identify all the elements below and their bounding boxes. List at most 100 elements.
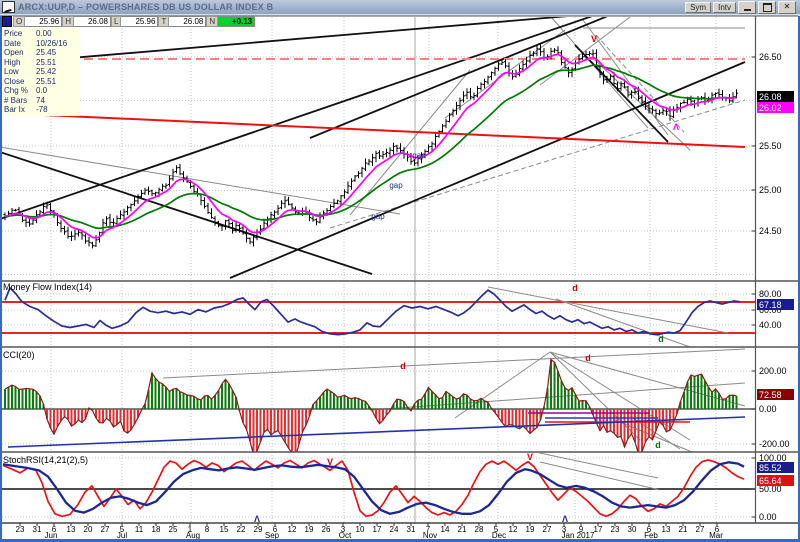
maximize-icon xyxy=(763,3,772,12)
info-row: Open25.45 xyxy=(4,48,78,58)
x-axis-tick-label: 12 xyxy=(509,525,518,534)
quote-field-value: 25.96 xyxy=(25,16,62,27)
x-axis-tick-label: 24 xyxy=(390,525,399,534)
quote-field-value: +0.13 xyxy=(218,16,255,27)
x-axis-tick-label: 31 xyxy=(33,525,42,534)
marker-V: V xyxy=(527,452,533,462)
marker-Λ: Λ xyxy=(673,122,679,132)
info-label: Low xyxy=(4,67,36,77)
info-label: Close xyxy=(4,77,36,87)
title-bar[interactable]: ARCX:UUP,D – POWERSHARES DB US DOLLAR IN… xyxy=(0,0,800,14)
info-value: 25.45 xyxy=(36,48,56,57)
x-axis-tick-label: 30 xyxy=(628,525,637,534)
x-axis-tick-label: 18 xyxy=(152,525,161,534)
quote-field-value: 25.96 xyxy=(121,16,158,27)
info-value: 0.0 xyxy=(36,86,47,95)
value-badge-text: 65.64 xyxy=(759,476,782,486)
info-value: 10/26/16 xyxy=(36,39,67,48)
x-axis-tick-label: 27 xyxy=(101,525,110,534)
info-label: Chg % xyxy=(4,86,36,96)
info-label: # Bars xyxy=(4,96,36,106)
x-axis-tick-label: 19 xyxy=(305,525,314,534)
info-value: -78 xyxy=(36,105,48,114)
close-button[interactable]: ✕ xyxy=(778,1,796,14)
quote-field-label: T xyxy=(158,16,169,27)
info-value: 25.51 xyxy=(36,58,56,67)
y-axis-label: 100.00 xyxy=(759,453,787,463)
x-axis-tick-label: 21 xyxy=(458,525,467,534)
x-axis-month-label: Sep xyxy=(265,531,280,540)
x-axis-month-label: Jun xyxy=(45,531,58,540)
x-axis-month-label: Dec xyxy=(492,531,506,540)
x-axis-tick-label: 17 xyxy=(594,525,603,534)
x-axis-tick-label: 13 xyxy=(662,525,671,534)
maximize-button[interactable] xyxy=(758,1,776,14)
x-axis-tick-label: 27 xyxy=(696,525,705,534)
y-axis-label: 26.50 xyxy=(759,52,782,62)
info-value: 25.42 xyxy=(36,67,56,76)
info-value: 0.00 xyxy=(36,29,52,38)
x-axis-tick-label: 22 xyxy=(237,525,246,534)
quote-field-label: O xyxy=(13,16,25,27)
info-row: Bar Ix-78 xyxy=(4,105,78,115)
info-label: Bar Ix xyxy=(4,105,36,115)
value-badge-text: 26.02 xyxy=(759,103,782,113)
marker-d: d xyxy=(655,440,661,450)
quote-field-label: N xyxy=(206,16,218,27)
value-badge-text: 67.18 xyxy=(759,300,782,310)
quote-symbol-swatch xyxy=(2,16,12,27)
x-axis-tick-label: 19 xyxy=(526,525,535,534)
info-row: Low25.42 xyxy=(4,67,78,77)
sym-button[interactable]: Sym xyxy=(685,2,711,13)
panel-title: CCI(20) xyxy=(3,350,35,360)
marker-d: d xyxy=(585,353,591,363)
info-row: High25.51 xyxy=(4,58,78,68)
data-info-box: Price0.00Date10/26/16Open25.45High25.51L… xyxy=(2,28,80,116)
panel-title: StochRSI(14,21(2),5) xyxy=(3,455,88,465)
info-label: Date xyxy=(4,39,36,49)
value-badge-text: 72.58 xyxy=(759,390,782,400)
y-axis-label: 0.00 xyxy=(759,512,777,522)
x-axis-tick-label: 13 xyxy=(67,525,76,534)
x-axis-tick-label: 12 xyxy=(288,525,297,534)
marker-d: d xyxy=(400,361,406,371)
marker-d: d xyxy=(658,334,664,344)
minimize-icon xyxy=(744,9,751,11)
info-row: Chg %0.0 xyxy=(4,86,78,96)
value-badge-text: 26.08 xyxy=(759,92,782,102)
y-axis-label: 40.00 xyxy=(759,320,782,330)
chart-canvas[interactable]: gapgapgapVΛdddddVVΛΛ26.5025.5025.0024.50… xyxy=(0,0,800,542)
x-axis-month-label: Oct xyxy=(339,531,352,540)
quote-field-value: 26.08 xyxy=(169,16,206,27)
x-axis-month-label: Mar xyxy=(709,531,723,540)
x-axis-tick-label: 23 xyxy=(611,525,620,534)
info-row: Date10/26/16 xyxy=(4,39,78,49)
y-axis-label: 24.50 xyxy=(759,226,782,236)
x-axis-tick-label: 17 xyxy=(373,525,382,534)
x-axis-tick-label: 27 xyxy=(543,525,552,534)
app-chart-icon xyxy=(2,1,15,13)
info-label: High xyxy=(4,58,36,68)
minimize-button[interactable] xyxy=(738,1,756,14)
x-axis-tick-label: 25 xyxy=(169,525,178,534)
x-axis-month-label: Jan 2017 xyxy=(562,531,595,540)
panel-title: Money Flow Index(14) xyxy=(3,282,92,292)
x-axis-tick-label: 8 xyxy=(205,525,210,534)
x-axis-tick-label: 14 xyxy=(441,525,450,534)
x-axis-tick-label: 26 xyxy=(322,525,331,534)
x-axis-tick-label: 23 xyxy=(16,525,25,534)
x-axis-tick-label: 11 xyxy=(135,525,144,534)
value-badge-text: 85.52 xyxy=(759,463,782,473)
x-axis-tick-label: 31 xyxy=(407,525,416,534)
x-axis-tick-label: 10 xyxy=(356,525,365,534)
info-value: 25.51 xyxy=(36,77,56,86)
x-axis-tick-label: 20 xyxy=(84,525,93,534)
quote-field-value: 26.08 xyxy=(74,16,111,27)
window-title: ARCX:UUP,D – POWERSHARES DB US DOLLAR IN… xyxy=(18,2,273,12)
gap-annotation: gap xyxy=(371,212,385,221)
x-axis-tick-label: 15 xyxy=(220,525,229,534)
intv-button[interactable]: Intv xyxy=(713,2,736,13)
info-label: Price xyxy=(4,29,36,39)
gap-annotation: gap xyxy=(412,151,426,160)
info-row: Close25.51 xyxy=(4,77,78,87)
